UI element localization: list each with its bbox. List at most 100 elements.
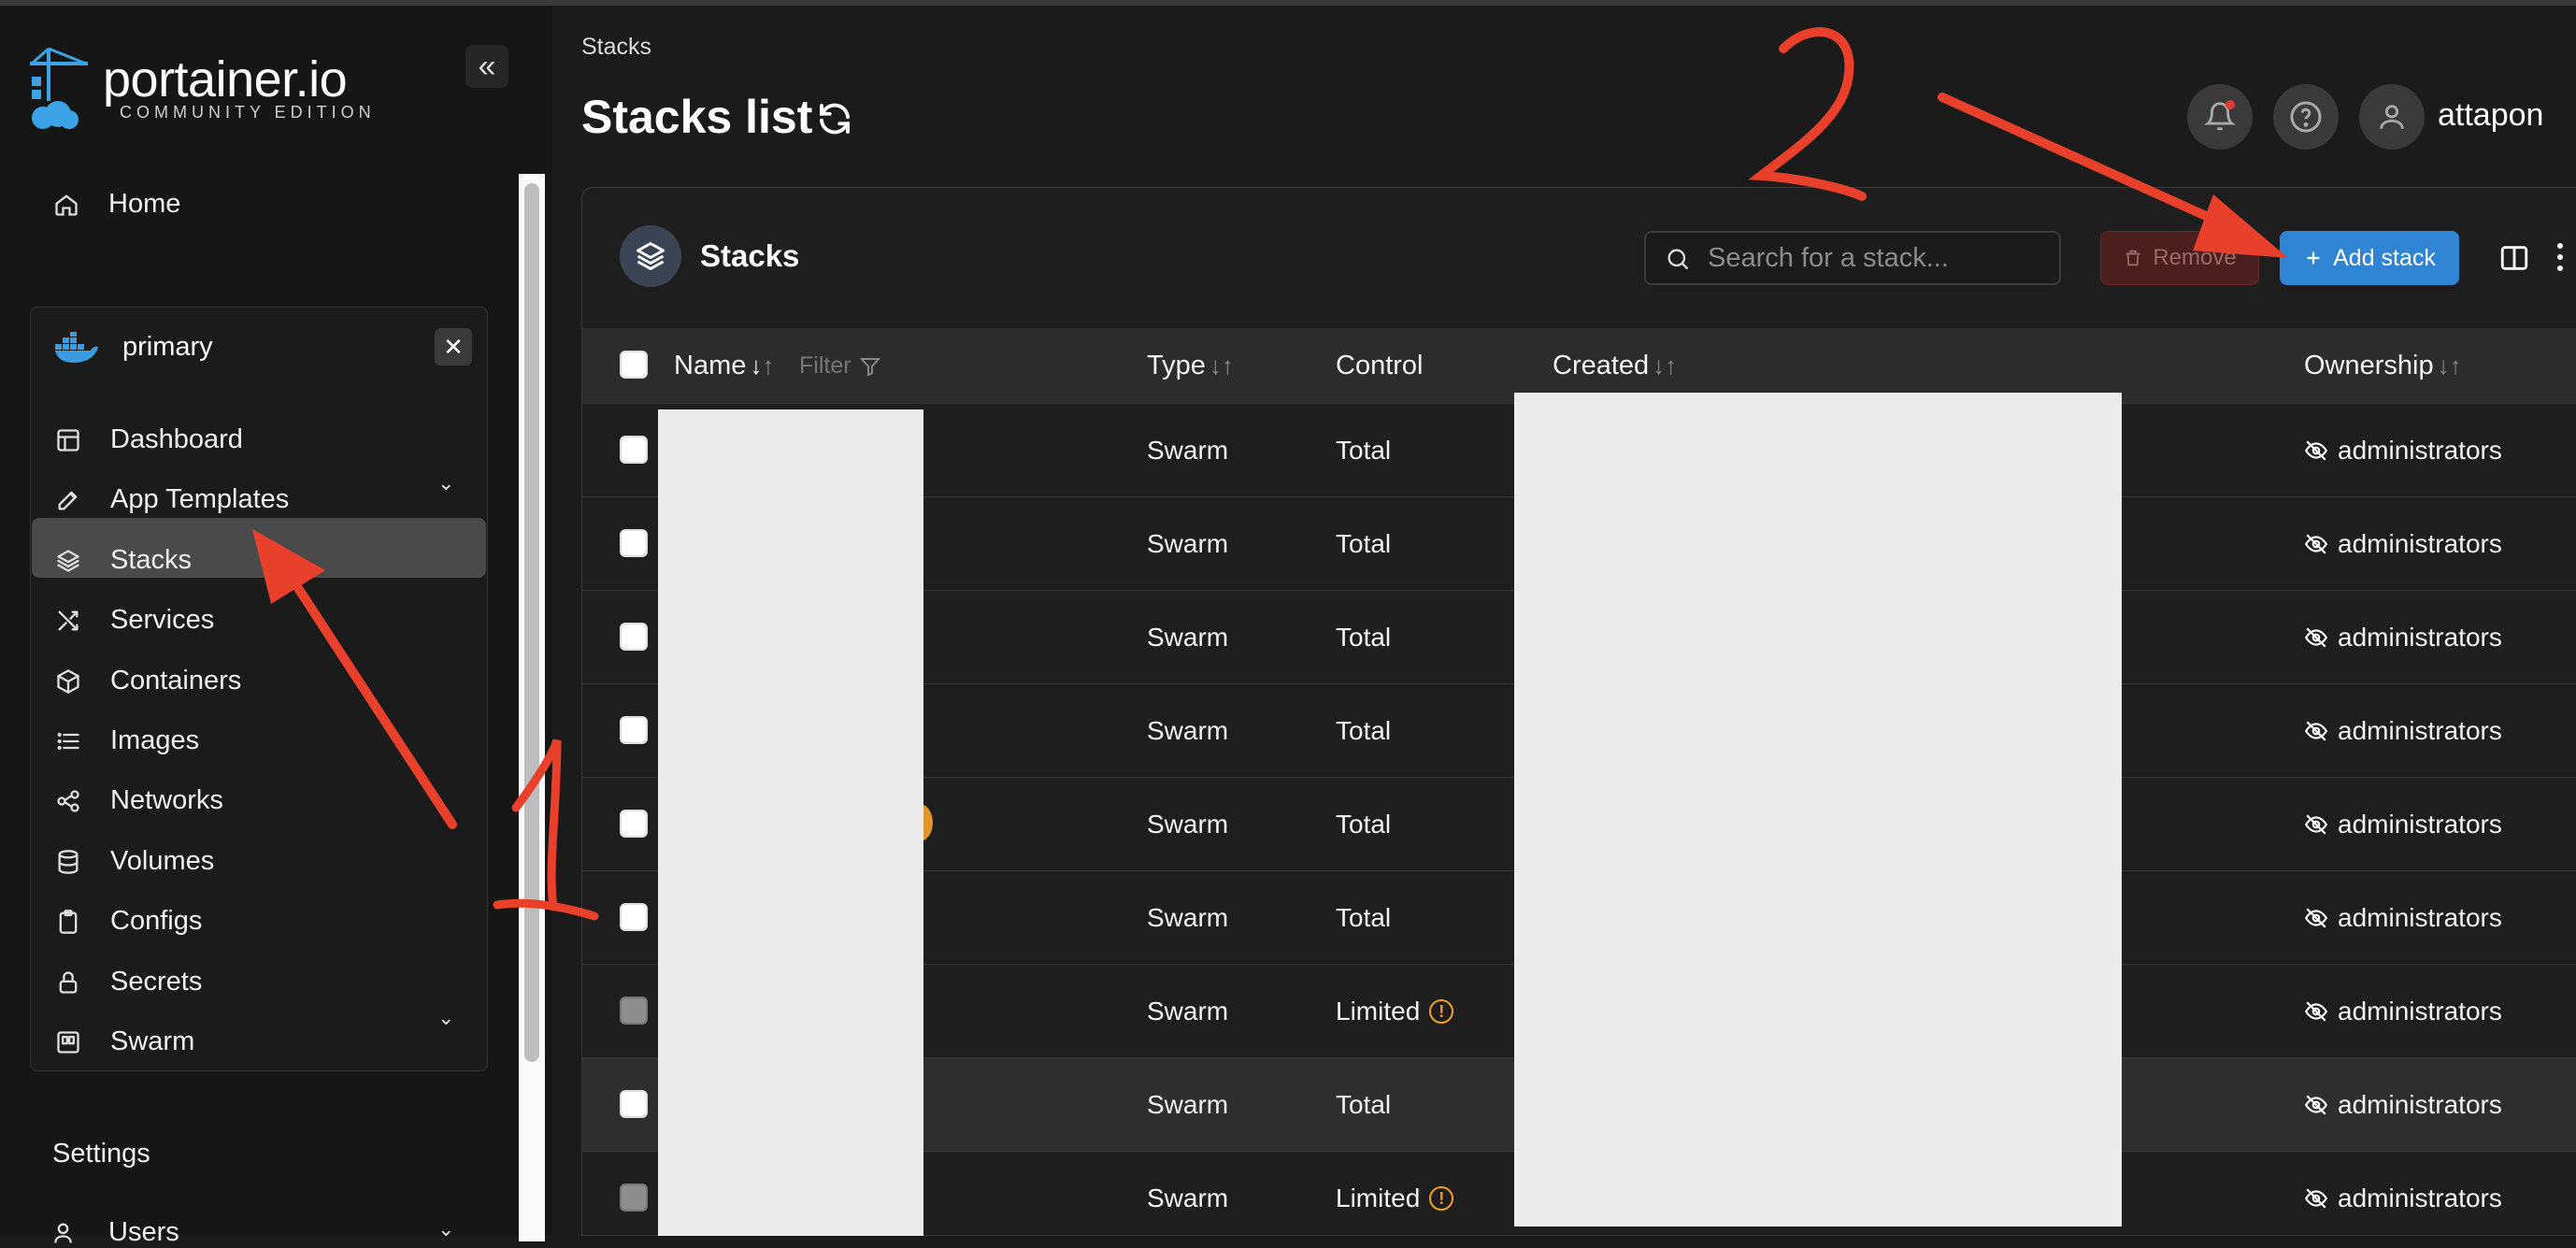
row-checkbox[interactable]: [620, 810, 648, 838]
more-options-icon[interactable]: [2555, 240, 2566, 274]
sidebar-item-services[interactable]: Services: [54, 605, 214, 636]
sidebar-item-volumes[interactable]: Volumes: [54, 846, 214, 877]
column-type[interactable]: Type ↓↑: [1147, 351, 1234, 381]
help-button[interactable]: [2273, 84, 2339, 150]
name-filter[interactable]: Filter: [799, 352, 881, 380]
sidebar-item-networks[interactable]: Networks: [54, 785, 223, 816]
chevron-down-icon[interactable]: ⌄: [437, 471, 454, 495]
column-name-label: Name: [674, 351, 747, 380]
sidebar-item-stacks[interactable]: Stacks: [54, 545, 192, 576]
table-header: Name ↓↑ Filter Type ↓↑ Control Created ↓…: [582, 328, 2576, 403]
sidebar-item-label: Networks: [110, 785, 223, 815]
breadcrumb[interactable]: Stacks: [581, 34, 651, 61]
collapse-sidebar-button[interactable]: «: [465, 45, 508, 88]
layers-icon: [637, 242, 665, 270]
warning-icon[interactable]: !: [1429, 999, 1454, 1024]
cell-type: Swarm: [1147, 1090, 1229, 1119]
control-label: Limited: [1336, 997, 1421, 1026]
refresh-icon[interactable]: [815, 99, 854, 138]
row-checkbox[interactable]: [620, 529, 648, 557]
sidebar-item-swarm[interactable]: Swarm: [54, 1026, 194, 1057]
card-title: Stacks: [700, 238, 800, 273]
ownership-label: administrators: [2338, 1183, 2502, 1212]
control-label: Total: [1336, 1090, 1392, 1119]
columns-icon[interactable]: [2498, 242, 2530, 274]
docker-icon: [55, 332, 98, 363]
row-checkbox[interactable]: [620, 1183, 648, 1212]
sidebar-item-dashboard[interactable]: Dashboard: [54, 424, 243, 455]
filter-label: Filter: [799, 352, 852, 379]
user-avatar-button[interactable]: [2359, 84, 2425, 150]
cell-ownership: administrators: [2304, 623, 2502, 653]
column-created[interactable]: Created ↓↑: [1553, 351, 1677, 381]
close-environment-button[interactable]: ✕: [435, 328, 472, 366]
cell-type: Swarm: [1147, 903, 1229, 932]
cell-control: Limited!: [1336, 1183, 1454, 1213]
eye-off-icon: [2304, 627, 2328, 648]
notification-dot: [2225, 100, 2235, 109]
sidebar-scroll-thumb[interactable]: [524, 183, 539, 1062]
sidebar-section-settings: Settings: [52, 1139, 150, 1169]
cell-type: Swarm: [1147, 810, 1229, 839]
sidebar-item-users[interactable]: Users: [52, 1217, 179, 1248]
sidebar-item-home[interactable]: Home: [52, 189, 180, 220]
cell-type: Swarm: [1147, 529, 1229, 558]
sort-icon: ↓↑: [1653, 351, 1678, 380]
column-ownership[interactable]: Ownership ↓↑: [2304, 351, 2462, 381]
sidebar-item-app-templates[interactable]: App Templates: [54, 484, 289, 515]
plus-icon: [2307, 251, 2320, 265]
environment-name: primary: [122, 332, 213, 362]
add-stack-button[interactable]: Add stack: [2280, 231, 2459, 285]
search-icon: [1667, 249, 1689, 270]
search-box[interactable]: [1644, 231, 2061, 285]
cell-ownership: administrators: [2304, 716, 2502, 746]
search-input[interactable]: [1708, 240, 2044, 276]
control-label: Total: [1336, 436, 1392, 465]
eye-off-icon: [2304, 1188, 2328, 1209]
sidebar-item-containers[interactable]: Containers: [54, 666, 241, 696]
sort-icon: ↓↑: [1209, 351, 1234, 380]
eye-off-icon: [2304, 721, 2328, 741]
remove-button[interactable]: Remove: [2100, 231, 2259, 285]
sidebar-item-label: App Templates: [110, 484, 290, 514]
cell-type: Swarm: [1147, 436, 1229, 465]
sidebar-item-label: Containers: [110, 666, 242, 696]
sidebar-item-configs[interactable]: Configs: [54, 906, 202, 937]
box-icon: [54, 667, 82, 696]
swarm-icon: [54, 1028, 82, 1056]
stacks-card-icon: [620, 225, 681, 287]
cell-ownership: administrators: [2304, 903, 2502, 933]
sidebar-item-secrets[interactable]: Secrets: [54, 967, 202, 997]
chevron-down-icon[interactable]: ⌄: [437, 1006, 454, 1030]
control-label: Total: [1336, 810, 1392, 839]
trash-icon: [2125, 250, 2140, 266]
annotation-mark-2: [1748, 27, 1867, 201]
ownership-label: administrators: [2338, 1090, 2502, 1119]
users-icon: [52, 1219, 80, 1247]
chevron-down-icon[interactable]: ⌄: [437, 1217, 454, 1241]
row-checkbox[interactable]: [620, 623, 648, 651]
row-checkbox[interactable]: [620, 997, 648, 1025]
control-label: Total: [1336, 529, 1392, 558]
ownership-label: administrators: [2338, 716, 2502, 745]
sidebar-item-label: Home: [108, 189, 181, 219]
sidebar-item-label: Services: [110, 605, 215, 635]
username[interactable]: attapon: [2438, 97, 2543, 134]
row-checkbox[interactable]: [620, 903, 648, 931]
row-checkbox[interactable]: [620, 716, 648, 744]
row-checkbox[interactable]: [620, 436, 648, 464]
sidebar-item-label: Swarm: [110, 1026, 195, 1056]
column-name[interactable]: Name ↓↑: [674, 351, 774, 381]
sidebar-item-images[interactable]: Images: [54, 725, 199, 756]
select-all-checkbox[interactable]: [620, 351, 648, 379]
cell-ownership: administrators: [2304, 1090, 2502, 1120]
sort-icon: ↓↑: [750, 351, 775, 380]
cell-ownership: administrators: [2304, 436, 2502, 466]
sidebar: portainer.io COMMUNITY EDITION « Home pr…: [0, 6, 551, 1247]
control-label: Total: [1336, 623, 1392, 652]
page-title: Stacks list: [581, 91, 813, 143]
notifications-button[interactable]: [2187, 84, 2253, 150]
warning-icon[interactable]: !: [1429, 1186, 1454, 1211]
row-checkbox[interactable]: [620, 1090, 648, 1118]
portainer-logo[interactable]: portainer.io COMMUNITY EDITION: [26, 43, 419, 136]
